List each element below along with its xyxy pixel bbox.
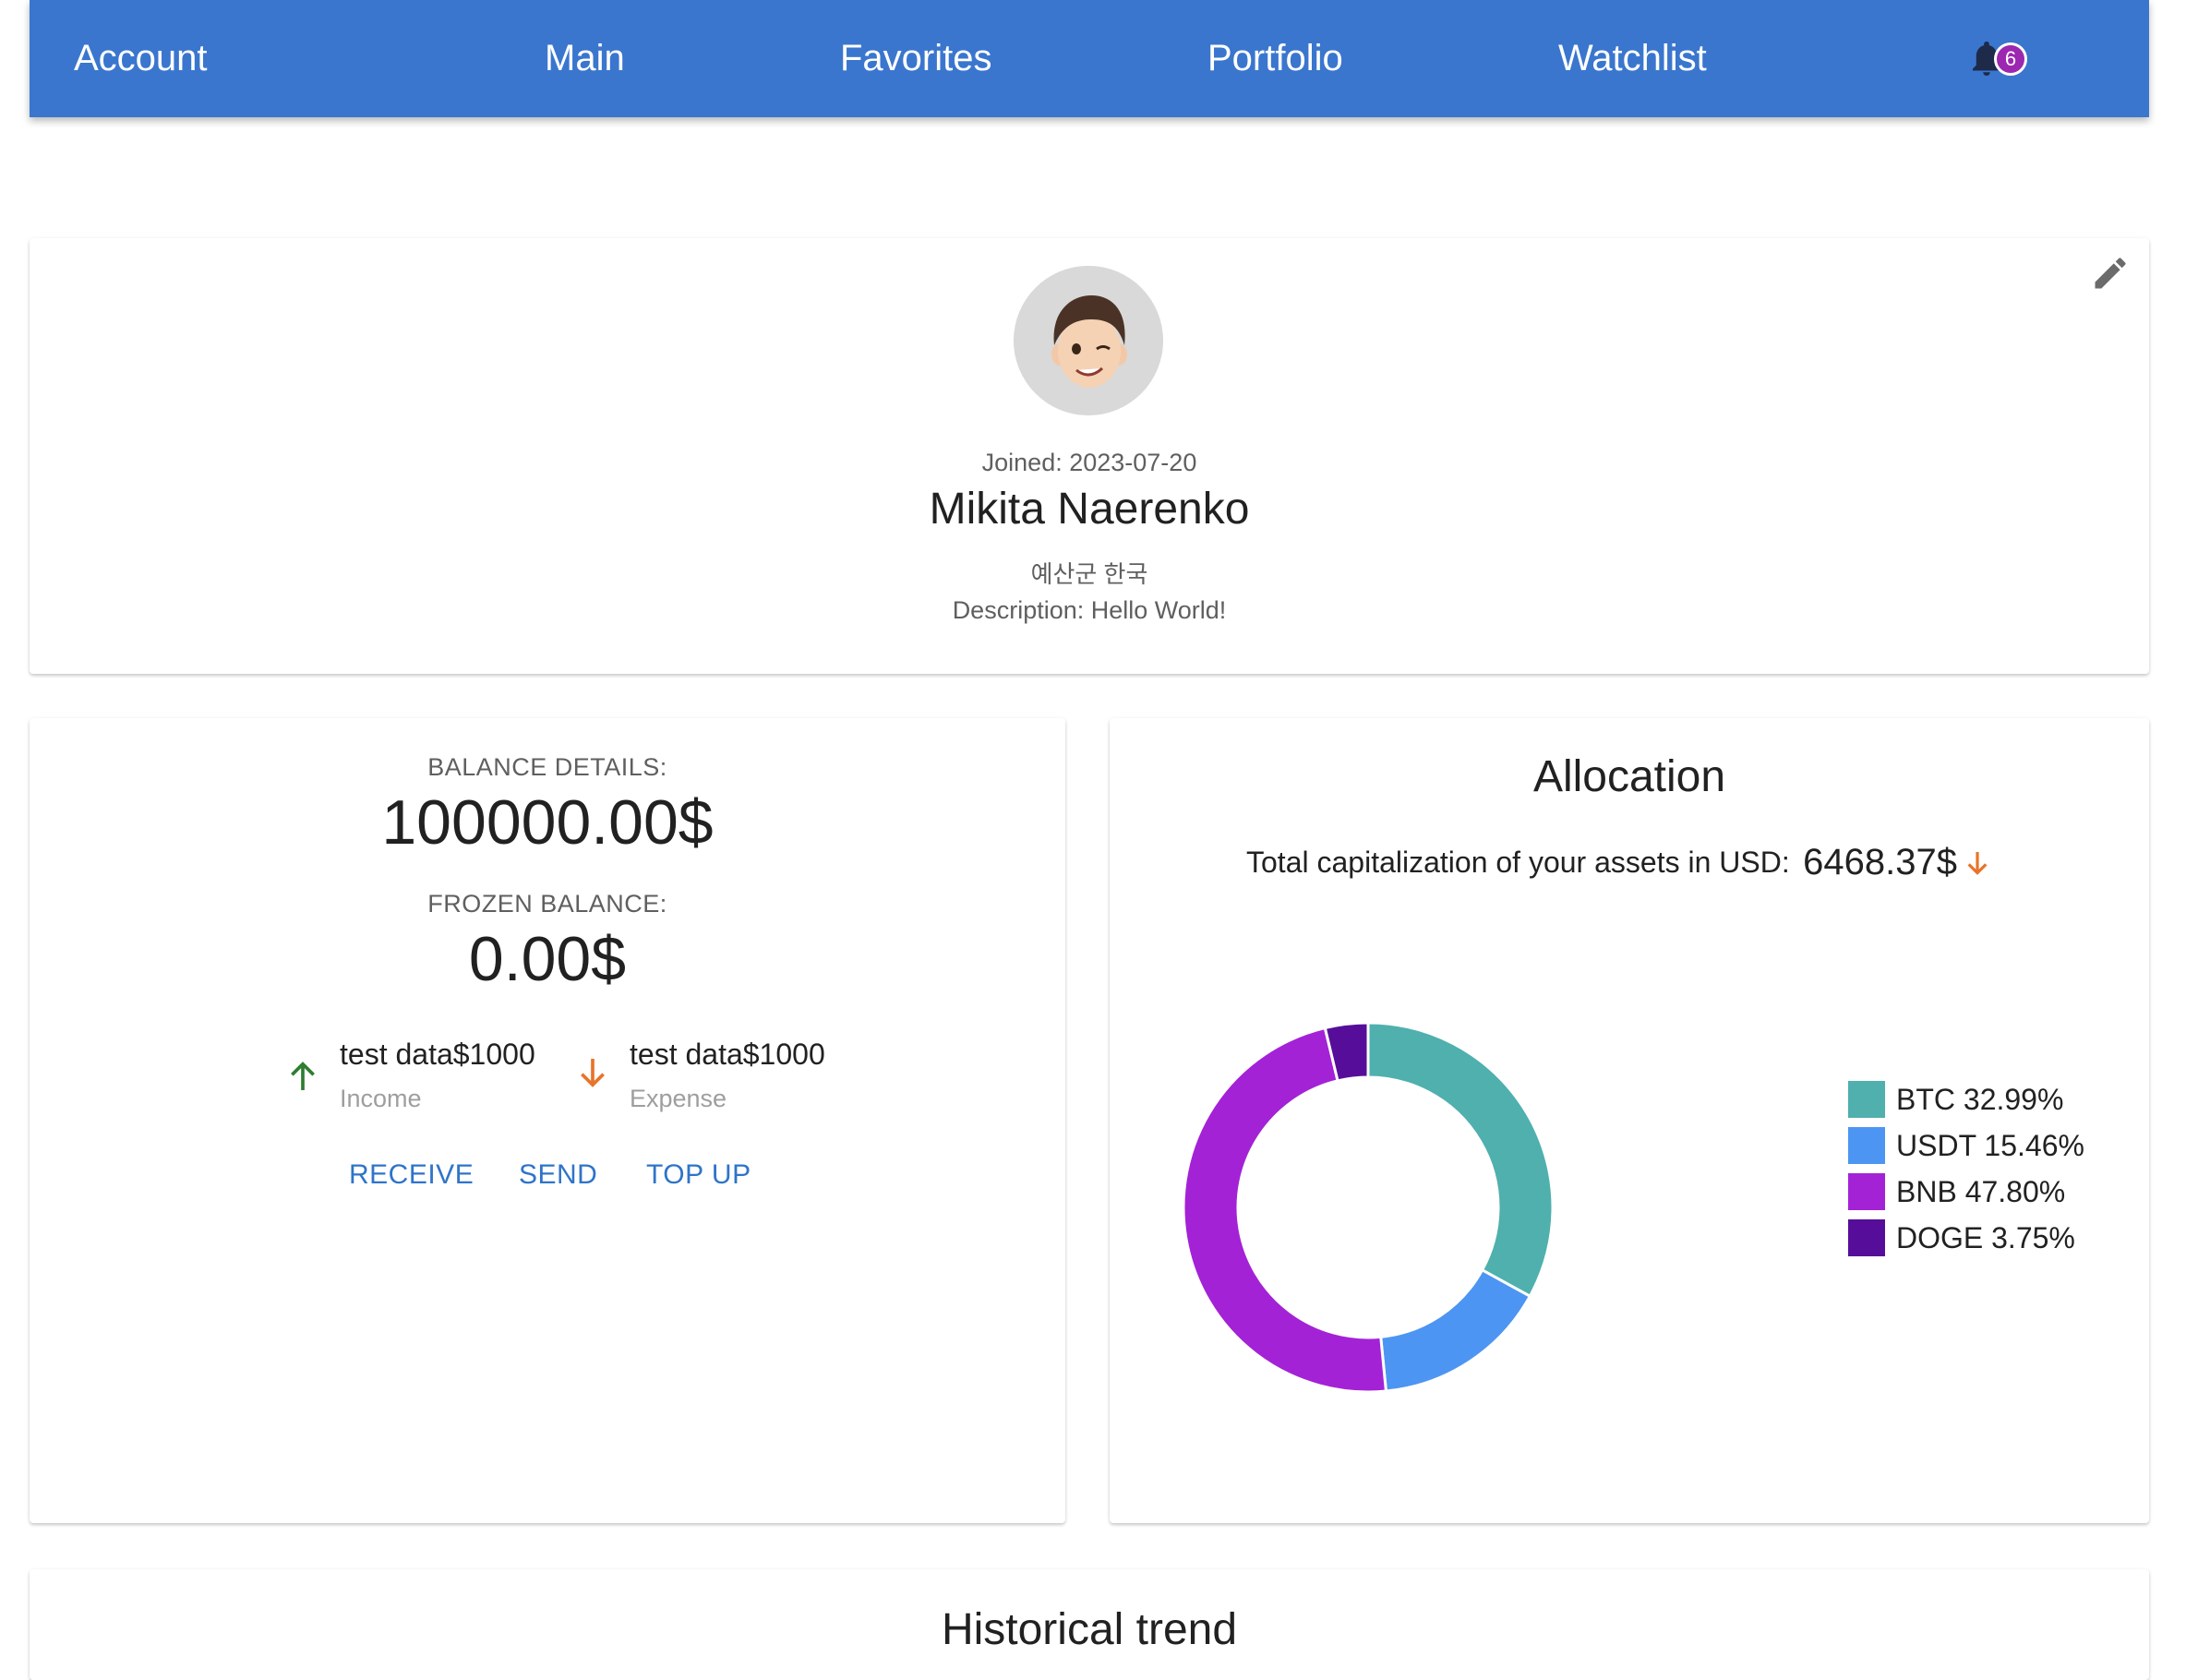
legend-swatch-doge [1848,1219,1885,1256]
allocation-donut-chart [1182,1021,1555,1394]
nav-portfolio[interactable]: Portfolio [1207,0,1343,117]
nav-watchlist[interactable]: Watchlist [1558,0,1707,117]
profile-card: Joined: 2023-07-20 Mikita Naerenko 예산군 한… [30,238,2149,674]
total-capitalization: Total capitalization of your assets in U… [1246,842,1992,883]
frozen-balance-amount: 0.00$ [468,924,627,994]
legend-item-btc[interactable]: BTC 32.99% [1848,1076,2084,1122]
legend-item-doge[interactable]: DOGE 3.75% [1848,1215,2084,1261]
legend-label-doge: DOGE 3.75% [1896,1220,2075,1254]
income-stat: test data$1000 Income [340,1038,535,1121]
capitalization-down-arrow-icon [1968,851,1988,875]
allocation-card: Allocation Total capitalization of your … [1110,718,2149,1523]
income-value: test data$1000 [340,1038,535,1071]
frozen-balance-label: FROZEN BALANCE: [427,890,667,918]
send-button[interactable]: SEND [519,1159,597,1191]
expense-arrow-down-icon [581,1059,605,1087]
total-capitalization-value: 6468.37$ [1803,842,1958,882]
edit-pencil-icon[interactable] [2090,253,2131,294]
legend-item-bnb[interactable]: BNB 47.80% [1848,1169,2084,1215]
allocation-legend: BTC 32.99% USDT 15.46% BNB 47.80% DOGE 3… [1848,1076,2084,1261]
expense-value: test data$1000 [630,1038,825,1071]
income-arrow-up-icon [291,1062,315,1090]
avatar [1014,266,1163,415]
balance-details-label: BALANCE DETAILS: [427,753,667,781]
profile-description: Description: Hello World! [952,596,1227,624]
legend-swatch-btc [1848,1081,1885,1118]
donut-slice-usdt[interactable] [1379,1267,1532,1393]
expense-stat: test data$1000 Expense [630,1038,825,1121]
top-up-button[interactable]: TOP UP [646,1159,751,1191]
legend-label-bnb: BNB 47.80% [1896,1174,2066,1208]
balance-amount: 100000.00$ [381,787,714,858]
nav-favorites[interactable]: Favorites [840,0,992,117]
legend-swatch-usdt [1848,1127,1885,1164]
receive-button[interactable]: RECEIVE [349,1159,474,1191]
income-label: Income [340,1085,422,1112]
notification-badge: 6 [1994,42,2027,76]
legend-swatch-bnb [1848,1173,1885,1210]
profile-name: Mikita Naerenko [929,485,1250,534]
nav-main[interactable]: Main [545,0,625,117]
total-capitalization-label: Total capitalization of your assets in U… [1246,846,1790,879]
avatar-memoji-icon [1014,266,1163,415]
historical-trend-card: Historical trend [30,1569,2149,1680]
joined-date: Joined: 2023-07-20 [981,449,1197,476]
legend-label-btc: BTC 32.99% [1896,1082,2064,1116]
top-nav: Account Main Favorites Portfolio Watchli… [30,0,2149,117]
legend-label-usdt: USDT 15.46% [1896,1128,2084,1162]
profile-location: 예산군 한국 [1030,560,1148,588]
balance-card: BALANCE DETAILS: 100000.00$ FROZEN BALAN… [30,718,1065,1523]
expense-label: Expense [630,1085,727,1112]
nav-account[interactable]: Account [74,0,208,117]
legend-item-usdt[interactable]: USDT 15.46% [1848,1122,2084,1169]
allocation-title: Allocation [1532,752,1726,801]
donut-slice-bnb[interactable] [1182,1026,1388,1394]
donut-slice-btc[interactable] [1366,1021,1555,1299]
notifications-button[interactable]: 6 [1970,41,2029,79]
historical-trend-title: Historical trend [941,1605,1238,1654]
